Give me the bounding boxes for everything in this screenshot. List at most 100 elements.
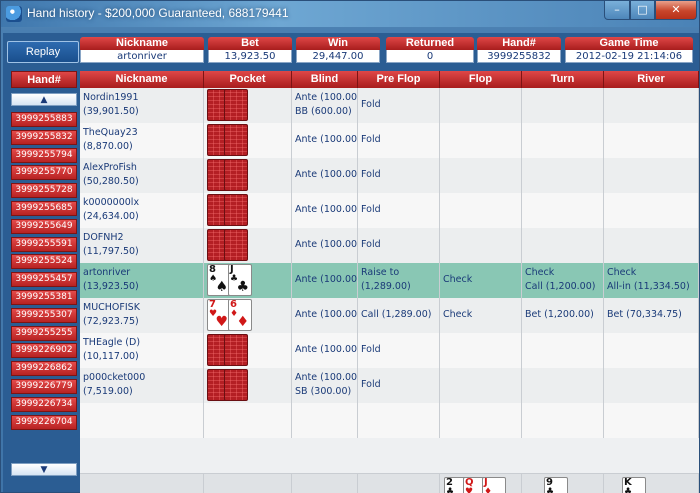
board-cell-preflop xyxy=(358,474,440,493)
hand-list-item[interactable]: 3999255524 xyxy=(11,254,77,270)
column-header-river[interactable]: River xyxy=(604,71,699,88)
flop-cell xyxy=(440,158,522,193)
hand-list-item[interactable]: 3999255728 xyxy=(11,183,77,199)
flop-cell-line: Check xyxy=(443,274,473,285)
hand-list-item[interactable]: 3999226862 xyxy=(11,361,77,377)
summary-game-time: Game Time 2012-02-19 21:14:06 xyxy=(565,37,693,65)
table-row[interactable]: p000cket000 (7,519.00) Ante (100.00) SB (30… xyxy=(80,368,699,403)
table-row[interactable]: k0000000lx (24,634.00) Ante (100.00) Fold xyxy=(80,193,699,228)
hand-detail-table: Nickname Pocket Blind Pre Flop Flop Turn River… xyxy=(80,71,699,493)
table-row[interactable]: MUCHOFISK (72,923.75) 7 ♥ ♥ 6 ♦ ♦ Ante (100.00) C… xyxy=(80,298,699,333)
river-cell: Bet (70,334.75) xyxy=(604,298,699,333)
blind-cell-line: Ante (100.00) xyxy=(295,239,358,250)
card-pip-icon: ♦ xyxy=(236,314,249,330)
player-cell: AlexProFish (50,280.50) xyxy=(80,158,204,193)
column-header-flop[interactable]: Flop xyxy=(440,71,522,88)
maximize-button[interactable]: □ xyxy=(630,1,655,20)
blind-cell-line: SB (300.00) xyxy=(295,386,352,397)
hand-list-item[interactable]: 3999226902 xyxy=(11,343,77,359)
flop-cell-line: Check xyxy=(443,309,473,320)
blind-cell: Ante (100.00) xyxy=(292,193,358,228)
pocket-cards-cell xyxy=(204,193,292,228)
empty-cell xyxy=(440,403,522,438)
hand-list-header: Hand# xyxy=(11,71,77,88)
blind-cell-line: Ante (100.00) xyxy=(295,274,358,285)
table-row[interactable]: THEagle (D) (10,117.00) Ante (100.00) Fold xyxy=(80,333,699,368)
summary-nickname: Nickname artonriver xyxy=(80,37,204,65)
hand-list-item[interactable]: 3999255794 xyxy=(11,147,77,163)
preflop-cell-line: Fold xyxy=(361,379,381,390)
player-cell-line: (50,280.50) xyxy=(83,176,139,187)
blind-cell: Ante (100.00) SB (300.00) xyxy=(292,368,358,403)
column-header-pocket[interactable]: Pocket xyxy=(204,71,292,88)
table-row[interactable]: artonriver (13,923.50) 8 ♠ ♠ J ♣ ♣ Ante (100.00)… xyxy=(80,263,699,298)
hand-list-scroll-down-button[interactable]: ▼ xyxy=(11,463,77,476)
blind-cell: Ante (100.00) xyxy=(292,298,358,333)
player-cell-line: k0000000lx xyxy=(83,197,140,208)
pocket-cards-cell xyxy=(204,228,292,263)
minimize-button[interactable]: – xyxy=(604,1,630,20)
turn-cell-line: Call (1,200.00) xyxy=(525,281,596,292)
title-bar[interactable]: Hand history - $200,000 Guaranteed, 6881… xyxy=(1,1,699,27)
column-header-blind[interactable]: Blind xyxy=(292,71,358,88)
hand-list-scroll-up-button[interactable]: ▲ xyxy=(11,93,77,106)
table-row[interactable]: DOFNH2 (11,797.50) Ante (100.00) Fold xyxy=(80,228,699,263)
playing-card: J♦♦ xyxy=(482,477,506,493)
table-row[interactable]: TheQuay23 (8,870.00) Ante (100.00) Fold xyxy=(80,123,699,158)
close-button[interactable]: ✕ xyxy=(655,1,697,20)
player-cell: DOFNH2 (11,797.50) xyxy=(80,228,204,263)
hand-list-item[interactable]: 3999255770 xyxy=(11,165,77,181)
turn-cell xyxy=(522,193,604,228)
blind-cell-line: Ante (100.00) xyxy=(295,204,358,215)
player-cell: TheQuay23 (8,870.00) xyxy=(80,123,204,158)
preflop-cell-line: Fold xyxy=(361,239,381,250)
card-back xyxy=(224,334,248,366)
hand-list-item[interactable]: 3999255381 xyxy=(11,289,77,305)
hand-list-item[interactable]: 3999255649 xyxy=(11,218,77,234)
hand-list-item[interactable]: 3999255307 xyxy=(11,307,77,323)
hand-list-item[interactable]: 3999226704 xyxy=(11,414,77,430)
preflop-cell-line: Fold xyxy=(361,99,381,110)
preflop-cell-line: Fold xyxy=(361,204,381,215)
replay-button[interactable]: Replay xyxy=(7,41,79,63)
table-row[interactable]: AlexProFish (50,280.50) Ante (100.00) Fold xyxy=(80,158,699,193)
hand-list-item[interactable]: 3999255685 xyxy=(11,200,77,216)
table-row[interactable]: Nordin1991 (39,901.50) Ante (100.00) BB (60… xyxy=(80,88,699,123)
blind-cell: Ante (100.00) xyxy=(292,123,358,158)
column-header-nickname[interactable]: Nickname xyxy=(80,71,204,88)
pocket-cards-cell xyxy=(204,333,292,368)
preflop-cell-line: Fold xyxy=(361,134,381,145)
card-back xyxy=(224,89,248,121)
board-cell-blind xyxy=(292,474,358,493)
summary-hand-number: Hand# 3999255832 xyxy=(477,37,561,65)
card-pip-icon: ♣ xyxy=(236,279,249,295)
empty-cell xyxy=(358,403,440,438)
hand-list-item[interactable]: 3999255883 xyxy=(11,112,77,127)
turn-cell-line: Check xyxy=(525,267,555,278)
preflop-cell: Fold xyxy=(358,123,440,158)
card-back xyxy=(224,194,248,226)
column-header-pre-flop[interactable]: Pre Flop xyxy=(358,71,440,88)
blind-cell-line: Ante (100.00) xyxy=(295,134,358,145)
arrow-up-icon: ▲ xyxy=(40,95,48,105)
pocket-cards-cell: 7 ♥ ♥ 6 ♦ ♦ xyxy=(204,298,292,333)
hand-list-item[interactable]: 3999255255 xyxy=(11,325,77,341)
hand-list-item[interactable]: 3999255457 xyxy=(11,272,77,288)
player-cell-line: TheQuay23 xyxy=(83,127,138,138)
player-cell-line: MUCHOFISK xyxy=(83,302,140,313)
river-cell xyxy=(604,158,699,193)
river-cell-line: Check xyxy=(607,267,637,278)
hand-list-item[interactable]: 3999255591 xyxy=(11,236,77,252)
turn-cell xyxy=(522,333,604,368)
player-cell: THEagle (D) (10,117.00) xyxy=(80,333,204,368)
hand-history-window: Hand history - $200,000 Guaranteed, 6881… xyxy=(0,0,700,493)
hand-list-item[interactable]: 3999226734 xyxy=(11,396,77,412)
player-cell-line: artonriver xyxy=(83,267,131,278)
summary-label: Win xyxy=(296,37,380,50)
playing-card: K♣♣ xyxy=(622,477,646,493)
column-header-turn[interactable]: Turn xyxy=(522,71,604,88)
preflop-cell-line: Fold xyxy=(361,169,381,180)
summary-win: Win 29,447.00 xyxy=(296,37,380,65)
hand-list-item[interactable]: 3999226779 xyxy=(11,378,77,394)
hand-list-item[interactable]: 3999255832 xyxy=(11,129,77,145)
